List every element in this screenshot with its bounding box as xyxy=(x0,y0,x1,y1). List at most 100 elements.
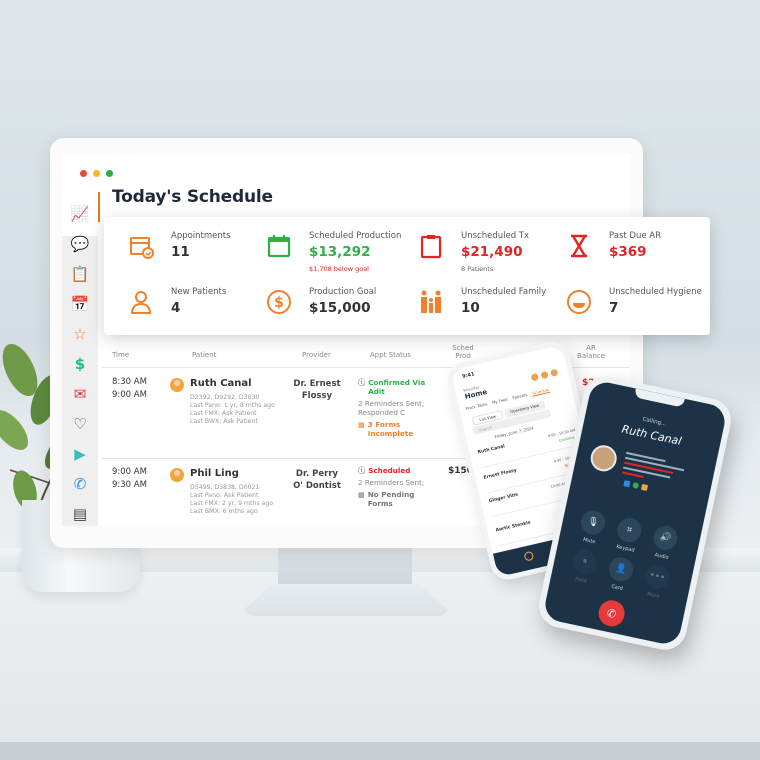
patient-name[interactable]: Ruth Canal xyxy=(190,378,252,389)
tab-my-feed[interactable]: My Feed xyxy=(492,397,509,406)
stat-value: 4 xyxy=(171,300,181,316)
end-call-button[interactable]: ✆ xyxy=(596,597,628,629)
column-header-status[interactable]: Appt Status xyxy=(370,351,411,359)
card-label: Card xyxy=(610,583,624,593)
patient-health-icon[interactable]: ♡ xyxy=(70,414,90,434)
maximize-window-button[interactable] xyxy=(106,170,113,177)
sidebar: 📈 💬 📋 📅 ☆ $ ✉ ♡ ▶ ✆ ▤ xyxy=(62,196,98,526)
close-window-button[interactable] xyxy=(80,170,87,177)
stat-subtext: $1,708 below goal xyxy=(309,265,369,273)
appointment-status: ⓘ Confirmed Via Adit 2 Reminders Sent; R… xyxy=(358,378,438,438)
stat-production-goal[interactable]: $ Production Goal $15,000 xyxy=(254,287,404,337)
stat-subtext: 8 Patients xyxy=(461,265,494,273)
column-header-ar-balance[interactable]: AR Balance xyxy=(576,344,606,360)
stat-label: New Patients xyxy=(171,287,227,297)
column-header-patient[interactable]: Patient xyxy=(192,351,216,359)
stat-label: Unscheduled Tx xyxy=(461,231,530,241)
clipboard-icon xyxy=(420,235,442,259)
microphone-icon: 🎙 xyxy=(586,516,600,529)
appointment-time: 8:30 AM 9:00 AM xyxy=(112,376,147,402)
stat-appointments[interactable]: Appointments 11 xyxy=(116,231,266,281)
family-icon xyxy=(421,290,441,313)
dollar-circle-icon: $ xyxy=(267,290,291,314)
stat-past-due-ar[interactable]: Past Due AR $369 xyxy=(554,231,704,281)
stat-value: $15,000 xyxy=(309,300,371,316)
phone-icon[interactable]: ✆ xyxy=(70,474,90,494)
stat-unscheduled-tx[interactable]: Unscheduled Tx $21,490 8 Patients xyxy=(406,231,556,281)
appointment-patient: Aortic Stenkis xyxy=(495,520,532,534)
stat-value: 11 xyxy=(171,244,190,260)
hold-button[interactable]: ⏸ xyxy=(570,547,600,576)
patient-name[interactable]: Phil Ling xyxy=(190,468,239,479)
more-button[interactable]: ••• xyxy=(642,562,672,592)
patient-avatar xyxy=(170,378,184,392)
keypad-label: Keypad xyxy=(615,543,636,554)
stat-unscheduled-family[interactable]: Unscheduled Family 10 xyxy=(406,287,556,337)
stat-label: Unscheduled Hygiene xyxy=(609,287,702,297)
end-time: 9:00 AM xyxy=(112,390,147,400)
tab-patients[interactable]: Patients xyxy=(512,392,528,401)
notification-icon[interactable] xyxy=(530,373,539,382)
tab-schedule[interactable]: Schedule xyxy=(531,386,550,397)
video-call-icon[interactable]: ▶ xyxy=(70,444,90,464)
bar-chart-icon[interactable]: 📈 xyxy=(70,204,90,224)
forms-status[interactable]: No Pending Forms xyxy=(368,490,438,508)
phone-notch xyxy=(634,388,685,408)
stat-value: $369 xyxy=(609,244,647,260)
hourglass-icon xyxy=(571,234,587,258)
forms-status[interactable]: 3 Forms Incomplete xyxy=(368,420,438,438)
stat-value: 7 xyxy=(609,300,619,316)
stat-scheduled-production[interactable]: Scheduled Production $13,292 $1,708 below … xyxy=(254,231,404,281)
stat-label: Production Goal xyxy=(309,287,377,297)
smile-icon xyxy=(567,290,591,314)
tab-practice-tasks[interactable]: Pract. Tasks xyxy=(465,401,488,412)
background-floor xyxy=(0,742,760,760)
appointment-status: ⓘ Scheduled 2 Reminders Sent; ▦ No Pendi… xyxy=(358,466,438,508)
caller-avatar xyxy=(588,442,620,474)
stat-new-patients[interactable]: New Patients 4 xyxy=(116,287,266,337)
last-bwx: Last BWX: Ask Patient xyxy=(190,418,258,425)
patient-details: D2392, D9292, D3030 Last Pano: 1 yr, 8 m… xyxy=(190,394,275,426)
procedure-codes: D5499, D3838, D0021 xyxy=(190,484,260,491)
svg-text:$: $ xyxy=(274,295,284,311)
column-header-time[interactable]: Time xyxy=(112,351,129,359)
message-icon[interactable] xyxy=(540,370,549,380)
provider-line-1: Dr. Perry xyxy=(295,469,339,479)
calendar-edit-icon[interactable]: 📅 xyxy=(70,294,90,314)
start-time: 9:00 AM xyxy=(112,467,147,477)
keypad-button[interactable]: ⌗ xyxy=(615,515,644,545)
page-title: Today's Schedule xyxy=(112,187,273,207)
appointment-patient: Ernest Flossy xyxy=(483,468,518,481)
mute-button[interactable]: 🎙 xyxy=(578,508,608,537)
star-review-icon[interactable]: ☆ xyxy=(70,324,90,344)
appointment-patient: Ruth Canal xyxy=(477,444,506,456)
email-icon[interactable]: ✉ xyxy=(70,384,90,404)
audio-button[interactable]: 🔊 xyxy=(651,523,680,553)
column-header-sched-prod[interactable]: Sched Prod xyxy=(450,344,476,360)
chat-icon[interactable]: 💬 xyxy=(70,234,90,254)
last-pano: Last Pano: Ask Patient xyxy=(190,492,259,499)
mute-label: Mute xyxy=(582,536,596,546)
home-nav-icon[interactable] xyxy=(523,550,535,562)
payment-icon[interactable]: $ xyxy=(70,354,90,374)
minimize-window-button[interactable] xyxy=(93,170,100,177)
start-time: 8:30 AM xyxy=(112,377,147,387)
badge-new-icon xyxy=(623,480,631,488)
status-label: Confirmed Via Adit xyxy=(368,378,426,396)
info-icon: ⓘ xyxy=(358,378,366,387)
speaker-icon: 🔊 xyxy=(658,531,673,544)
monitor-stand-neck xyxy=(278,548,412,584)
report-icon[interactable]: ▤ xyxy=(70,504,90,524)
provider-name: Dr. Ernest Flossy xyxy=(277,378,357,402)
profile-icon[interactable] xyxy=(550,368,559,377)
stat-label: Unscheduled Family xyxy=(461,287,547,297)
provider-line-2: Flossy xyxy=(301,391,333,401)
forms-icon: ▦ xyxy=(358,490,365,499)
reminders-text: 2 Reminders Sent; xyxy=(358,478,425,487)
info-icon: ⓘ xyxy=(358,466,366,475)
stat-unscheduled-hygiene[interactable]: Unscheduled Hygiene 7 xyxy=(554,287,704,337)
column-header-provider[interactable]: Provider xyxy=(302,351,331,359)
patient-form-icon[interactable]: 📋 xyxy=(70,264,90,284)
stat-label: Appointments xyxy=(171,231,231,241)
card-button[interactable]: 👤 xyxy=(606,555,636,584)
